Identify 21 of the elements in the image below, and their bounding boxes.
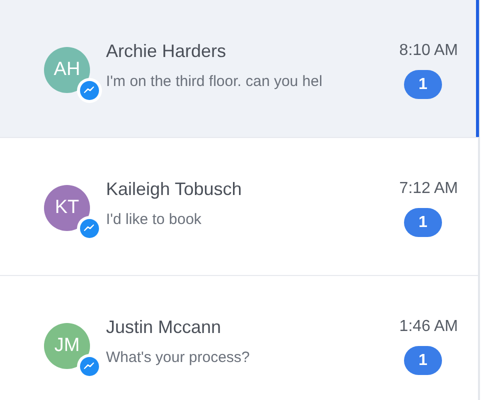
avatar: KT (44, 185, 90, 231)
message-preview: I'm on the third floor. can you hel (106, 72, 324, 92)
messenger-icon (77, 78, 102, 103)
message-time: 1:46 AM (399, 317, 458, 337)
conversation-item[interactable]: JM Justin Mccann What's your process? 1:46 AM 1 (0, 276, 478, 400)
message-preview: I'd like to book (106, 210, 202, 230)
message-preview: What's your process? (106, 348, 251, 368)
unread-count: 1 (404, 208, 442, 237)
contact-name: Archie Harders (106, 40, 228, 62)
message-time: 7:12 AM (399, 179, 458, 199)
conversation-item[interactable]: KT Kaileigh Tobusch I'd like to book 7:12 AM 1 (0, 138, 478, 276)
conversation-item[interactable]: AH Archie Harders I'm on the third floor. can you hel 8:10 AM 1 (0, 0, 478, 138)
message-time: 8:10 AM (399, 41, 458, 61)
messenger-icon (77, 216, 102, 241)
contact-name: Justin Mccann (106, 316, 222, 338)
messenger-icon (77, 354, 102, 379)
contact-name: Kaileigh Tobusch (106, 178, 243, 200)
unread-count: 1 (404, 346, 442, 375)
unread-count: 1 (404, 70, 442, 99)
avatar: AH (44, 47, 90, 93)
avatar: JM (44, 323, 90, 369)
